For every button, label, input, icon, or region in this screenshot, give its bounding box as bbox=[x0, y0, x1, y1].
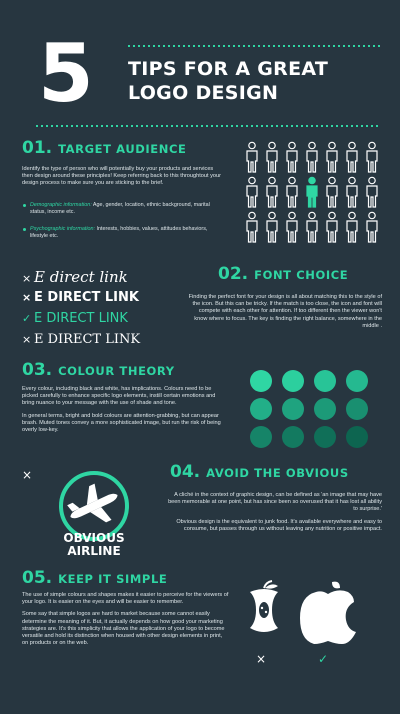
colour-swatch bbox=[346, 426, 368, 448]
bullet-psychographic: Psychographic information: Interests, ho… bbox=[22, 226, 218, 240]
cross-icon: × bbox=[256, 652, 267, 666]
section-avoid-obvious-body: A cliché in the context of graphic desig… bbox=[162, 492, 382, 538]
section-keep-simple-body: The use of simple colours and shapes mak… bbox=[22, 592, 230, 652]
logo-line: AIRLINE bbox=[67, 544, 121, 558]
section-number: 03. bbox=[22, 360, 53, 380]
colour-swatch bbox=[346, 370, 368, 392]
font-sample-script: × E direct link bbox=[22, 268, 128, 286]
bullet-label: Psychographic information: bbox=[30, 226, 96, 232]
colour-swatch bbox=[250, 426, 272, 448]
paragraph: A cliché in the context of graphic desig… bbox=[168, 492, 382, 513]
person-icon bbox=[366, 211, 378, 243]
person-icon bbox=[266, 141, 278, 173]
person-icon bbox=[366, 176, 378, 208]
cross-icon: × bbox=[22, 333, 32, 346]
font-sample-bold: × E DIRECT LINK bbox=[22, 290, 139, 305]
font-sample-chosen: ✓ E DIRECT LINK bbox=[22, 311, 128, 326]
bullet-demographic: Demographic information: Age, gender, lo… bbox=[22, 202, 218, 216]
person-icon bbox=[246, 176, 258, 208]
section-font-choice-body: Finding the perfect font for your design… bbox=[188, 294, 382, 329]
font-sample-text: E DIRECT LINK bbox=[34, 311, 128, 326]
header-dots-top bbox=[128, 45, 380, 47]
colour-swatch bbox=[250, 370, 272, 392]
paragraph: Obvious design is the equivalent to junk… bbox=[176, 518, 382, 532]
section-font-choice-heading: 02. FONT CHOICE bbox=[218, 264, 348, 284]
check-icon: ✓ bbox=[318, 652, 329, 666]
paragraph: In general terms, bright and bold colour… bbox=[22, 412, 221, 434]
simple-apple-logo-icon bbox=[300, 581, 356, 644]
section-colour-theory-heading: 03. COLOUR THEORY bbox=[22, 360, 175, 380]
person-icon bbox=[326, 211, 338, 243]
font-sample-text: E DIRECT LINK bbox=[34, 332, 141, 347]
colour-swatch bbox=[282, 370, 304, 392]
obvious-airline-wordmark: OBVIOUS AIRLINE bbox=[52, 532, 136, 558]
section-number: 01. bbox=[22, 138, 53, 158]
section-title: COLOUR THEORY bbox=[58, 364, 175, 378]
person-icon bbox=[286, 176, 298, 208]
person-icon bbox=[286, 141, 298, 173]
person-highlighted-icon bbox=[306, 176, 318, 208]
section-avoid-obvious-heading: 04. AVOID THE OBVIOUS bbox=[170, 462, 349, 482]
cross-icon: × bbox=[22, 468, 33, 482]
font-sample-serif: × E DIRECT LINK bbox=[22, 332, 140, 347]
colour-swatch bbox=[314, 398, 336, 420]
header-number: 5 bbox=[38, 27, 94, 120]
section-target-audience-heading: 01. TARGET AUDIENCE bbox=[22, 138, 186, 158]
person-icon bbox=[306, 141, 318, 173]
person-icon bbox=[326, 141, 338, 173]
person-icon bbox=[266, 176, 278, 208]
cross-icon: × bbox=[22, 272, 32, 285]
colour-swatch bbox=[314, 370, 336, 392]
section-number: 05. bbox=[22, 568, 53, 588]
person-icon bbox=[246, 141, 258, 173]
person-icon bbox=[346, 176, 358, 208]
person-icon bbox=[346, 211, 358, 243]
header-title-line2: LOGO DESIGN bbox=[128, 82, 279, 104]
section-title: AVOID THE OBVIOUS bbox=[206, 466, 349, 480]
colour-swatch bbox=[282, 398, 304, 420]
section-number: 04. bbox=[170, 462, 201, 482]
person-icon bbox=[246, 211, 258, 243]
font-sample-text: E direct link bbox=[34, 268, 128, 286]
audience-people-icon bbox=[246, 141, 378, 243]
section-title: FONT CHOICE bbox=[254, 268, 349, 282]
person-icon bbox=[326, 176, 338, 208]
colour-swatch bbox=[282, 426, 304, 448]
header-dots-bottom bbox=[36, 125, 380, 127]
detailed-apple-core-icon bbox=[250, 580, 278, 632]
person-icon bbox=[266, 211, 278, 243]
paragraph: Every colour, including black and white,… bbox=[22, 386, 216, 407]
person-icon bbox=[346, 141, 358, 173]
font-sample-text: E DIRECT LINK bbox=[34, 290, 139, 305]
section-title: KEEP IT SIMPLE bbox=[58, 572, 168, 586]
person-icon bbox=[286, 211, 298, 243]
person-icon bbox=[366, 141, 378, 173]
header-title-line1: TIPS FOR A GREAT bbox=[128, 58, 329, 80]
section-colour-theory-body: Every colour, including black and white,… bbox=[22, 386, 226, 439]
check-icon: ✓ bbox=[22, 312, 32, 325]
bullet-label: Demographic information: bbox=[30, 202, 92, 208]
colour-swatch bbox=[314, 426, 336, 448]
paragraph: Some say that simple logos are hard to m… bbox=[22, 611, 225, 647]
section-target-audience-body: Identify the type of person who will pot… bbox=[22, 166, 222, 187]
colour-swatch bbox=[346, 398, 368, 420]
person-icon bbox=[306, 211, 318, 243]
section-number: 02. bbox=[218, 264, 249, 284]
paragraph: The use of simple colours and shapes mak… bbox=[22, 592, 229, 606]
colour-swatch bbox=[250, 398, 272, 420]
section-title: TARGET AUDIENCE bbox=[58, 142, 187, 156]
section-keep-simple-heading: 05. KEEP IT SIMPLE bbox=[22, 568, 167, 588]
cross-icon: × bbox=[22, 291, 32, 304]
